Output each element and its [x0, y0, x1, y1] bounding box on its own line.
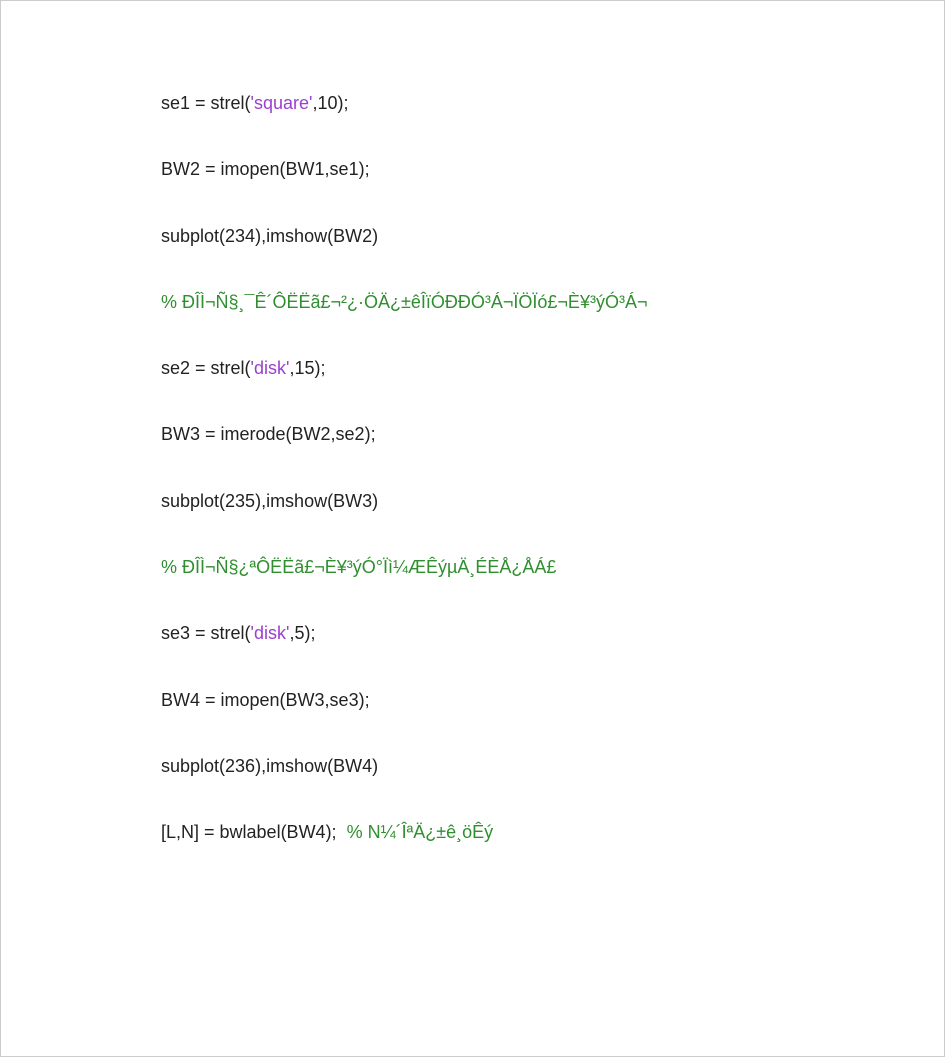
code-line: BW3 = imerode(BW2,se2);	[161, 422, 784, 446]
code-text: ,5);	[289, 623, 315, 643]
code-text: ,15);	[289, 358, 325, 378]
code-line: subplot(235),imshow(BW3)	[161, 489, 784, 513]
code-text: BW3 = imerode(BW2,se2);	[161, 424, 376, 444]
code-text: subplot(234),imshow(BW2)	[161, 226, 378, 246]
string-literal: 'disk'	[251, 358, 290, 378]
code-text: se1 = strel(	[161, 93, 251, 113]
code-line: subplot(236),imshow(BW4)	[161, 754, 784, 778]
code-line: se3 = strel('disk',5);	[161, 621, 784, 645]
code-line: se1 = strel('square',10);	[161, 91, 784, 115]
string-literal: 'disk'	[251, 623, 290, 643]
string-literal: 'square'	[251, 93, 313, 113]
code-text: subplot(235),imshow(BW3)	[161, 491, 378, 511]
comment-line: % ÐÎÌ¬Ñ§¸¯Ê´ÔËËã£¬²¿·ÖÄ¿±êÎïÓÐÐÓ³Á¬ÏÖÏó£…	[161, 290, 784, 314]
code-text: subplot(236),imshow(BW4)	[161, 756, 378, 776]
code-line: [L,N] = bwlabel(BW4); % N¼´ÎªÄ¿±ê¸öÊý	[161, 820, 784, 844]
code-line: se2 = strel('disk',15);	[161, 356, 784, 380]
code-text: [L,N] = bwlabel(BW4);	[161, 822, 347, 842]
code-text: ,10);	[312, 93, 348, 113]
code-text: BW2 = imopen(BW1,se1);	[161, 159, 370, 179]
comment-text: % ÐÎÌ¬Ñ§¿ªÔËËã£¬È¥³ýÓ°Ïì¼ÆÊýµÄ¸ÉÈÅ¿ÅÁ£	[161, 557, 556, 577]
code-text: se2 = strel(	[161, 358, 251, 378]
document-page: se1 = strel('square',10); BW2 = imopen(B…	[0, 0, 945, 1057]
comment-text: % N¼´ÎªÄ¿±ê¸öÊý	[347, 822, 494, 842]
comment-text: % ÐÎÌ¬Ñ§¸¯Ê´ÔËËã£¬²¿·ÖÄ¿±êÎïÓÐÐÓ³Á¬ÏÖÏó£…	[161, 292, 647, 312]
code-line: BW2 = imopen(BW1,se1);	[161, 157, 784, 181]
comment-line: % ÐÎÌ¬Ñ§¿ªÔËËã£¬È¥³ýÓ°Ïì¼ÆÊýµÄ¸ÉÈÅ¿ÅÁ£	[161, 555, 784, 579]
code-text: BW4 = imopen(BW3,se3);	[161, 690, 370, 710]
code-text: se3 = strel(	[161, 623, 251, 643]
code-line: BW4 = imopen(BW3,se3);	[161, 688, 784, 712]
code-line: subplot(234),imshow(BW2)	[161, 224, 784, 248]
